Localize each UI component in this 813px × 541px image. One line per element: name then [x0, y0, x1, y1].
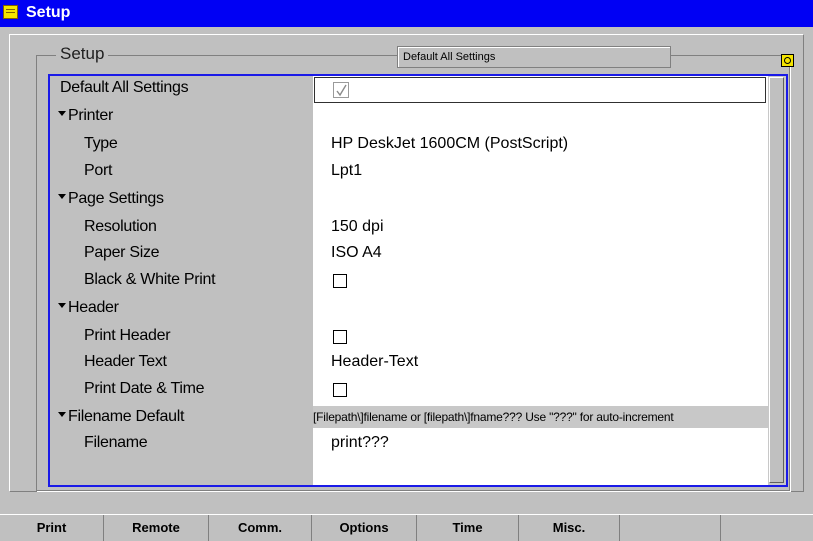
window-title: Setup — [26, 4, 71, 21]
collapse-caret-icon[interactable] — [58, 111, 66, 117]
row-label: Print Date & Time — [84, 380, 205, 397]
row-resolution[interactable]: Resolution 150 dpi — [50, 215, 768, 241]
tab-misc[interactable]: Misc. — [519, 515, 620, 541]
tab-comm[interactable]: Comm. — [209, 515, 312, 541]
section-label: Page Settings — [68, 190, 164, 207]
row-label: Default All Settings — [60, 79, 189, 96]
paper-size-value[interactable]: ISO A4 — [331, 244, 382, 262]
tab-print[interactable]: Print — [0, 515, 104, 541]
tab-empty-1[interactable] — [620, 515, 721, 541]
section-page-settings[interactable]: Page Settings — [50, 187, 768, 213]
row-default-all-settings[interactable]: Default All Settings — [50, 76, 768, 103]
tab-time[interactable]: Time — [417, 515, 519, 541]
menu-icon[interactable] — [3, 5, 18, 19]
section-printer[interactable]: Printer — [50, 104, 768, 130]
port-value[interactable]: Lpt1 — [331, 162, 362, 180]
scrollbar[interactable] — [768, 76, 786, 485]
row-label: Print Header — [84, 327, 171, 344]
tab-bar: Print Remote Comm. Options Time Misc. — [0, 514, 813, 541]
header-text-value[interactable]: Header-Text — [331, 353, 418, 371]
row-paper-size[interactable]: Paper Size ISO A4 — [50, 241, 768, 267]
row-black-white-print[interactable]: Black & White Print — [50, 268, 768, 294]
black-white-print-checkbox[interactable] — [333, 274, 347, 288]
row-filename[interactable]: Filename print??? — [50, 431, 768, 457]
row-label: Resolution — [84, 218, 157, 235]
print-header-checkbox[interactable] — [333, 330, 347, 344]
filename-value[interactable]: print??? — [331, 434, 389, 452]
tab-options[interactable]: Options — [312, 515, 417, 541]
row-print-date-time[interactable]: Print Date & Time — [50, 377, 768, 403]
section-header[interactable]: Header — [50, 296, 768, 322]
row-label: Port — [84, 162, 113, 179]
row-print-header[interactable]: Print Header — [50, 324, 768, 350]
collapse-caret-icon[interactable] — [58, 412, 66, 418]
row-label: Type — [84, 135, 118, 152]
section-label: Filename Default — [68, 408, 185, 425]
print-date-time-checkbox[interactable] — [333, 383, 347, 397]
row-label: Filename — [84, 434, 148, 451]
row-label: Black & White Print — [84, 271, 216, 288]
quick-icon[interactable] — [781, 54, 794, 67]
default-all-settings-checkbox[interactable] — [333, 82, 349, 98]
section-label: Header — [68, 299, 119, 316]
row-header-text[interactable]: Header Text Header-Text — [50, 350, 768, 376]
row-port[interactable]: Port Lpt1 — [50, 159, 768, 185]
selected-cell — [314, 77, 766, 103]
scrollbar-thumb[interactable] — [769, 77, 784, 483]
resolution-value[interactable]: 150 dpi — [331, 218, 384, 236]
collapse-caret-icon[interactable] — [58, 303, 66, 309]
tab-remote[interactable]: Remote — [104, 515, 209, 541]
section-label: Printer — [68, 107, 114, 124]
hint-field: Default All Settings — [397, 46, 671, 68]
check-icon — [336, 84, 347, 97]
row-type[interactable]: Type HP DeskJet 1600CM (PostScript) — [50, 132, 768, 158]
group-caption: Setup — [56, 44, 109, 64]
section-filename-default[interactable]: Filename Default — [50, 405, 768, 431]
settings-table: Default All Settings Printer Type HP Des… — [48, 74, 788, 487]
collapse-caret-icon[interactable] — [58, 194, 66, 200]
tab-empty-2[interactable] — [721, 515, 813, 541]
title-bar: Setup — [0, 0, 813, 27]
type-value[interactable]: HP DeskJet 1600CM (PostScript) — [331, 135, 568, 153]
row-label: Header Text — [84, 353, 167, 370]
row-label: Paper Size — [84, 244, 160, 261]
